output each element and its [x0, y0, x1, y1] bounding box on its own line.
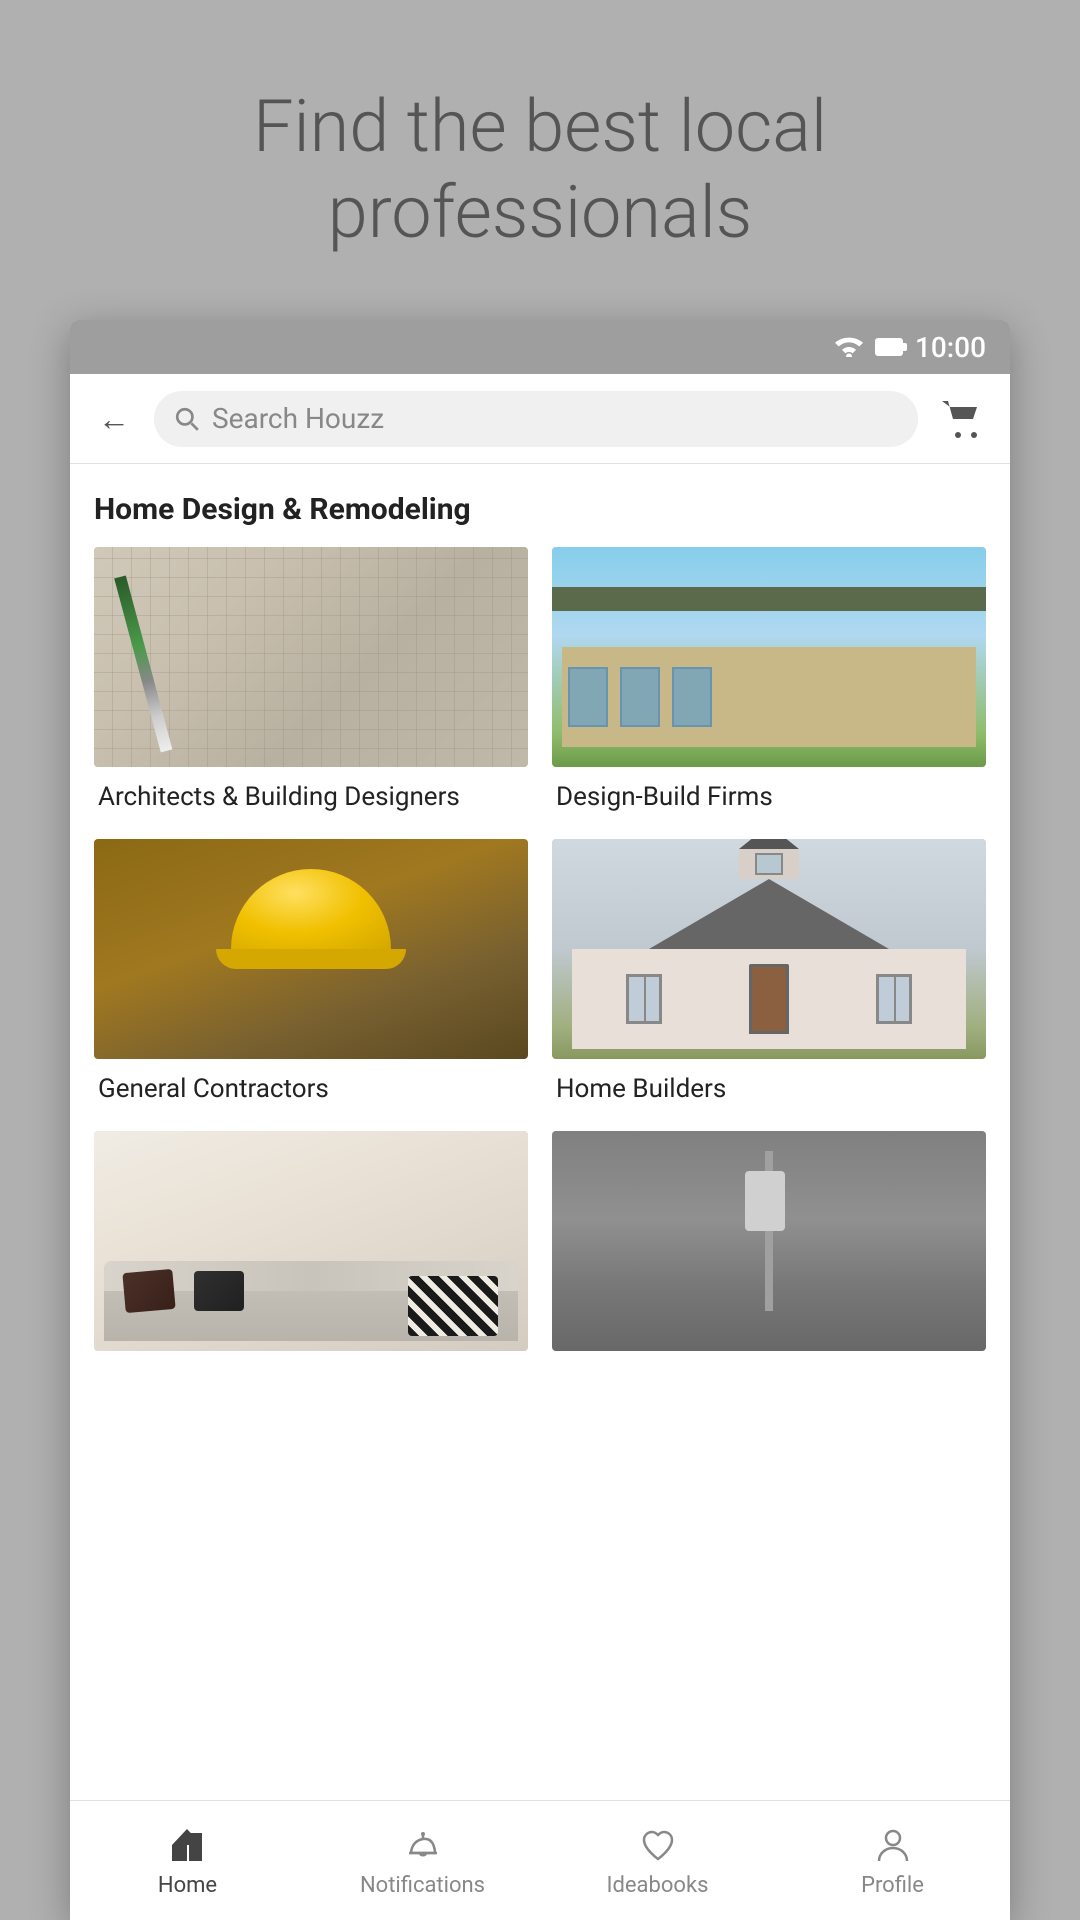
grid-item-builders[interactable]: Home Builders — [552, 839, 986, 1107]
heart-icon — [638, 1825, 678, 1865]
cart-button[interactable] — [934, 391, 990, 447]
builders-image — [552, 839, 986, 1059]
traditional-house — [572, 839, 966, 1049]
gray-image — [552, 1131, 986, 1351]
grid-item-architects[interactable]: Architects & Building Designers — [94, 547, 528, 815]
nav-item-notifications[interactable]: Notifications — [305, 1823, 540, 1898]
search-bar[interactable]: Search Houzz — [154, 391, 918, 447]
living-image — [94, 1131, 528, 1351]
back-button[interactable]: ← — [90, 395, 138, 443]
top-bar: ← Search Houzz — [70, 374, 1010, 464]
home-nav-label: Home — [158, 1873, 217, 1898]
design-illustration — [552, 547, 986, 767]
modern-house — [562, 607, 976, 747]
pillow-dark — [122, 1268, 175, 1312]
gray-illustration — [552, 1131, 986, 1351]
bottom-nav: Home Notifications Ideabooks — [70, 1800, 1010, 1920]
notifications-nav-icon — [401, 1823, 445, 1867]
grid-item-living[interactable] — [94, 1131, 528, 1365]
profile-nav-icon — [871, 1823, 915, 1867]
nav-item-home[interactable]: Home — [70, 1823, 305, 1898]
status-time: 10:00 — [915, 331, 986, 364]
home-nav-icon — [166, 1823, 210, 1867]
cart-icon — [940, 399, 984, 439]
notifications-nav-label: Notifications — [360, 1873, 485, 1898]
contractor-illustration — [94, 839, 528, 1059]
pencil-shape — [114, 575, 172, 752]
wifi-icon — [835, 337, 863, 357]
section-title: Home Design & Remodeling — [70, 464, 1010, 547]
hard-hat-shape — [231, 869, 391, 969]
nav-item-ideabooks[interactable]: Ideabooks — [540, 1823, 775, 1898]
builders-illustration — [552, 839, 986, 1059]
contractors-image — [94, 839, 528, 1059]
person-icon — [873, 1825, 913, 1865]
back-arrow-icon: ← — [98, 400, 130, 438]
living-illustration — [94, 1131, 528, 1351]
nav-item-profile[interactable]: Profile — [775, 1823, 1010, 1898]
architects-label: Architects & Building Designers — [94, 781, 528, 815]
design-build-label: Design-Build Firms — [552, 781, 986, 815]
profile-nav-label: Profile — [861, 1873, 924, 1898]
gray-device-shape — [745, 1171, 785, 1231]
hero-section: Find the best local professionals — [0, 0, 1080, 340]
architects-image — [94, 547, 528, 767]
grid-item-contractors[interactable]: General Contractors — [94, 839, 528, 1107]
grid-item-design-build[interactable]: Design-Build Firms — [552, 547, 986, 815]
status-bar: 10:00 — [70, 320, 1010, 374]
ideabooks-nav-icon — [636, 1823, 680, 1867]
design-build-image — [552, 547, 986, 767]
content-area: Home Design & Remodeling Architects & Bu… — [70, 464, 1010, 1800]
category-grid: Architects & Building Designers — [70, 547, 1010, 1389]
architect-illustration — [94, 547, 528, 767]
striped-cushion — [408, 1276, 498, 1336]
sofa-shape — [104, 1261, 518, 1341]
hero-title: Find the best local professionals — [0, 84, 1080, 257]
contractors-label: General Contractors — [94, 1073, 528, 1107]
ideabooks-nav-label: Ideabooks — [607, 1873, 709, 1898]
pillow-black — [194, 1271, 244, 1311]
grid-item-gray[interactable] — [552, 1131, 986, 1365]
builders-label: Home Builders — [552, 1073, 986, 1107]
battery-icon — [875, 338, 903, 356]
search-icon — [174, 406, 200, 432]
bell-icon — [403, 1825, 443, 1865]
search-placeholder: Search Houzz — [212, 402, 898, 435]
houzz-icon — [168, 1825, 208, 1865]
app-frame: 10:00 ← Search Houzz Home Design & Remod… — [70, 320, 1010, 1920]
